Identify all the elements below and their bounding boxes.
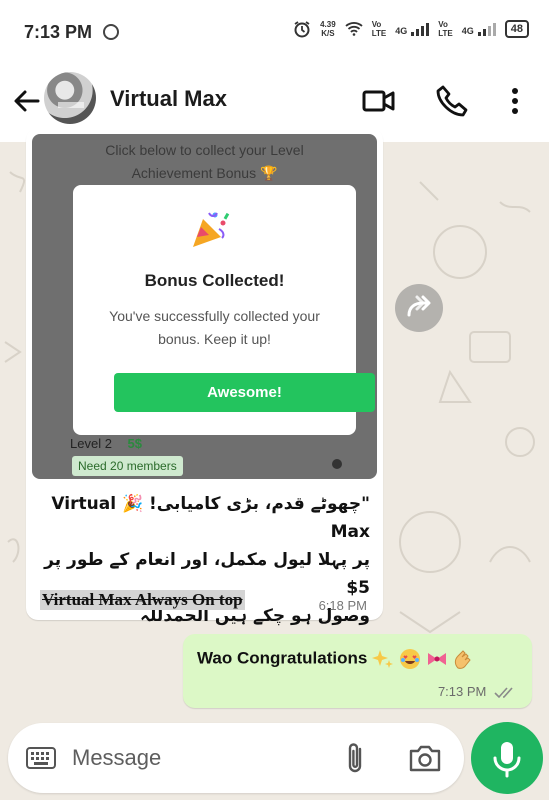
more-options-icon[interactable]	[497, 83, 533, 119]
status-bar: 7:13 PM 4.39 K/S Vo LTE 4G Vo LTE 4G 48	[0, 0, 549, 66]
net-speed-unit: K/S	[321, 29, 335, 38]
sim1-net-label: 4G	[395, 25, 408, 36]
outgoing-timestamp: 7:13 PM	[438, 684, 518, 699]
sim1-signal-icon: 4G	[395, 22, 430, 36]
camera-icon[interactable]	[408, 743, 442, 773]
outgoing-time: 7:13 PM	[437, 684, 487, 699]
message-image[interactable]: Click below to collect your Level Achiev…	[32, 134, 377, 479]
level-requirement-badge: Need 20 members	[72, 456, 183, 476]
sim2-volte: Vo LTE	[438, 20, 453, 38]
message-text-strikethrough: Virtual Max Always On top	[40, 590, 245, 610]
awesome-button: Awesome!	[114, 373, 375, 412]
voice-record-button[interactable]	[471, 722, 543, 794]
forward-button[interactable]	[395, 284, 443, 332]
level-label: Level 2	[70, 436, 112, 451]
wifi-icon	[345, 22, 363, 36]
whatsapp-notification-icon	[103, 24, 119, 40]
voice-call-icon[interactable]	[434, 83, 470, 119]
double-check-icon	[494, 687, 513, 698]
sim2-net-label: 4G	[461, 25, 474, 36]
urdu-line-1: "چھوٹے قدم، بڑی کامیابی! 🎉 Virtual Max	[51, 494, 370, 542]
keyboard-icon[interactable]	[26, 747, 56, 769]
sparkles-emoji-icon	[372, 650, 394, 668]
battery-indicator: 48	[504, 20, 529, 38]
clapping-hands-emoji-icon	[455, 650, 471, 669]
bonus-modal: Bonus Collected! You've successfully col…	[73, 185, 375, 435]
contact-avatar[interactable]	[44, 72, 96, 124]
sim2-signal-icon: 4G	[461, 22, 496, 36]
image-caption-line2: Achievement Bonus 🏆	[131, 165, 278, 181]
image-caption-line1: Click below to collect your Level	[105, 142, 304, 158]
message-input[interactable]	[72, 741, 322, 775]
incoming-timestamp: 6:18 PM	[318, 598, 367, 613]
modal-text: You've successfully collected your bonus…	[109, 308, 320, 347]
outgoing-message[interactable]: Wao Congratulations 7:13 PM	[183, 634, 532, 708]
forward-icon	[407, 295, 431, 317]
outgoing-message-text: Wao Congratulations	[197, 648, 474, 670]
microphone-icon	[493, 742, 521, 778]
level-amount: 5$	[127, 436, 143, 451]
alarm-icon	[294, 21, 310, 38]
star-struck-emoji-icon	[399, 649, 420, 669]
status-icons: 4.39 K/S Vo LTE 4G Vo LTE 4G 48	[293, 20, 529, 38]
ribbon-emoji-icon	[427, 653, 446, 665]
level-row: Level 2 5$	[70, 436, 142, 451]
outgoing-text: Wao Congratulations	[197, 648, 368, 668]
video-call-icon[interactable]	[361, 83, 397, 119]
message-composer	[8, 723, 464, 793]
sim1-volte: Vo LTE	[371, 20, 387, 38]
net-speed-value: 4.39	[320, 20, 336, 29]
net-speed: 4.39 K/S	[320, 20, 336, 38]
attachment-icon[interactable]	[340, 741, 370, 775]
level-status-dot	[332, 459, 342, 469]
modal-title: Bonus Collected!	[144, 271, 285, 290]
contact-name[interactable]: Virtual Max	[110, 86, 227, 112]
back-arrow-icon[interactable]	[12, 86, 42, 116]
status-time: 7:13 PM	[24, 22, 93, 42]
incoming-message[interactable]: Click below to collect your Level Achiev…	[26, 128, 383, 626]
party-popper-icon	[193, 212, 230, 247]
